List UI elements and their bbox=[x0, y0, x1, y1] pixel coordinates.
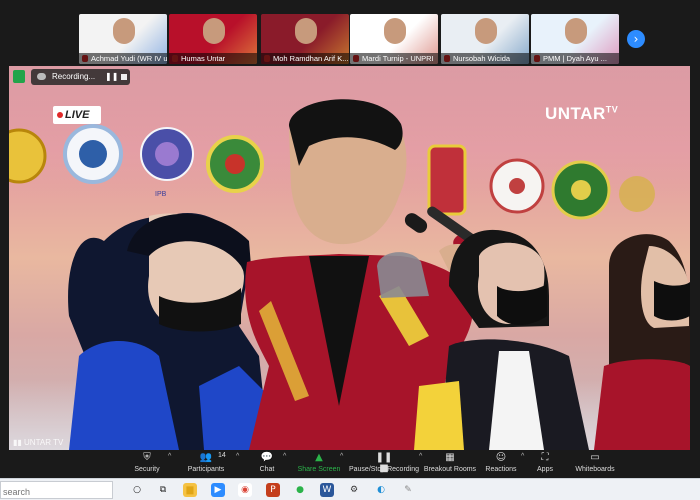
gallery-strip: Achmad Yudi (WR IV u Humas Untar Moh Ramdh… bbox=[0, 0, 700, 66]
participant-name: Moh Ramdhan Arif K... bbox=[261, 53, 349, 64]
participant-name: Humas Untar bbox=[169, 53, 257, 64]
participant-avatar bbox=[384, 18, 406, 44]
options-caret-icon[interactable]: ^ bbox=[168, 453, 171, 460]
channel-logo-sup: TV bbox=[605, 104, 619, 115]
participant-thumbnail[interactable]: Nursobah Wicida bbox=[441, 14, 529, 64]
taskbar-search-input[interactable] bbox=[1, 484, 101, 500]
stop-recording-button[interactable] bbox=[121, 74, 127, 80]
live-badge: LIVE bbox=[53, 106, 101, 124]
participant-name: Achmad Yudi (WR IV u bbox=[79, 53, 167, 64]
recording-label: Recording... bbox=[52, 72, 96, 81]
participant-avatar bbox=[475, 18, 497, 44]
zoom-icon[interactable]: ▶ bbox=[211, 483, 225, 497]
participant-avatar bbox=[565, 18, 587, 44]
gallery-next-button[interactable]: › bbox=[627, 30, 645, 48]
recording-indicator: Recording... ❚❚ bbox=[31, 69, 130, 85]
taskbar-search[interactable] bbox=[0, 481, 113, 500]
participant-name: PMM | Dyah Ayu ... bbox=[531, 53, 619, 64]
cortana-icon[interactable]: ○ bbox=[130, 483, 144, 497]
live-dot-icon bbox=[57, 112, 63, 118]
share-screen-icon: ▲ bbox=[315, 452, 323, 463]
chat-icon: 💬 bbox=[260, 452, 274, 463]
edge-icon[interactable]: ◐ bbox=[374, 483, 388, 497]
channel-watermark: ▮▮ UNTAR TV bbox=[13, 438, 63, 447]
chrome-icon[interactable]: ◉ bbox=[238, 483, 252, 497]
meeting-toolbar: ⛨ Security 👥 Participants 14 💬 Chat ▲ Share Scre… bbox=[0, 450, 700, 478]
participant-thumbnail[interactable]: Humas Untar bbox=[169, 14, 257, 64]
participant-avatar bbox=[203, 18, 225, 44]
main-video: IPB LIVE UNTARTV ▮▮ UNTAR TV bbox=[9, 66, 690, 450]
options-caret-icon[interactable]: ^ bbox=[236, 453, 239, 460]
participant-thumbnail[interactable]: PMM | Dyah Ayu ... bbox=[531, 14, 619, 64]
apps-icon: ⛶ bbox=[541, 452, 549, 463]
encryption-shield-icon[interactable] bbox=[13, 70, 25, 83]
file-explorer-icon[interactable]: ▆ bbox=[183, 483, 197, 497]
participant-thumbnail[interactable]: Moh Ramdhan Arif K... bbox=[261, 14, 349, 64]
participant-name: Mardi Turnip - UNPRI bbox=[350, 53, 438, 64]
notification-app-icon[interactable]: ● bbox=[293, 483, 307, 497]
task-view-icon[interactable]: ⧉ bbox=[156, 483, 170, 497]
participants-icon: 👥 bbox=[199, 452, 213, 463]
pause-recording-button[interactable]: ❚❚ bbox=[105, 69, 118, 85]
windows-taskbar: ○ ⧉ ▆ ▶ ◉ P ● W ⚙ ◐ ✎ bbox=[0, 478, 700, 500]
channel-logo: UNTARTV bbox=[545, 104, 618, 124]
cloud-recording-icon bbox=[37, 73, 46, 80]
live-label: LIVE bbox=[65, 109, 90, 121]
paint-icon[interactable]: ✎ bbox=[401, 483, 415, 497]
channel-logo-text: UNTAR bbox=[545, 104, 606, 123]
participant-name: Nursobah Wicida bbox=[441, 53, 529, 64]
watermark-text: UNTAR TV bbox=[24, 438, 64, 447]
pause-recording-icon: ❚❚ ■ bbox=[375, 452, 393, 474]
powerpoint-icon[interactable]: P bbox=[266, 483, 280, 497]
participant-avatar bbox=[113, 18, 135, 44]
participant-thumbnail[interactable]: Achmad Yudi (WR IV u bbox=[79, 14, 167, 64]
shield-icon: ⛨ bbox=[143, 452, 151, 463]
word-icon[interactable]: W bbox=[320, 483, 334, 497]
options-caret-icon[interactable]: ^ bbox=[283, 453, 286, 460]
participant-thumbnail[interactable]: Mardi Turnip - UNPRI bbox=[350, 14, 438, 64]
watermark-bars-icon: ▮▮ bbox=[13, 438, 25, 447]
toolbar-whiteboards-button[interactable]: ▭ Whiteboards bbox=[555, 452, 635, 473]
participant-avatar bbox=[295, 18, 317, 44]
options-caret-icon[interactable]: ^ bbox=[419, 453, 422, 460]
whiteboards-icon: ▭ bbox=[590, 452, 600, 463]
settings-icon[interactable]: ⚙ bbox=[347, 483, 361, 497]
toolbar-label: Whiteboards bbox=[575, 466, 615, 473]
participants-count: 14 bbox=[218, 452, 226, 459]
options-caret-icon[interactable]: ^ bbox=[521, 453, 524, 460]
options-caret-icon[interactable]: ^ bbox=[340, 453, 343, 460]
breakout-rooms-icon: ▦ bbox=[445, 452, 455, 463]
